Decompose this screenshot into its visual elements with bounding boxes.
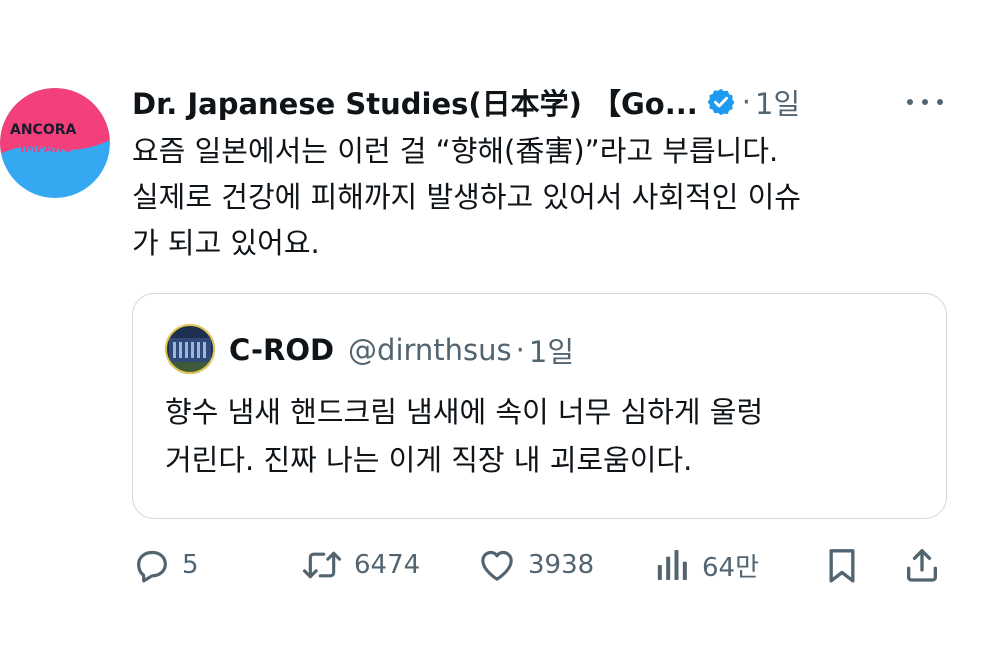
quoted-author-name[interactable]: C-ROD bbox=[229, 333, 334, 367]
quoted-timestamp[interactable]: 1일 bbox=[529, 329, 574, 371]
verified-badge-icon bbox=[706, 87, 736, 117]
retweet-count: 6474 bbox=[354, 550, 421, 580]
meta-separator: · bbox=[741, 85, 752, 119]
avatar-logo-text-2: IMPARO bbox=[20, 141, 73, 155]
author-display-name[interactable]: Dr. Japanese Studies(日本学) 【Go... bbox=[132, 81, 698, 123]
quoted-tweet-text: 향수 냄새 핸드크림 냄새에 속이 너무 심하게 울렁 거린다. 진짜 나는 이… bbox=[165, 395, 764, 477]
reply-icon bbox=[132, 545, 172, 585]
like-button[interactable]: 3938 bbox=[476, 540, 594, 590]
tweet-card[interactable]: ANCORA IMPARO Dr. Japanese Studies(日本学) … bbox=[0, 0, 985, 652]
tweet-timestamp[interactable]: 1일 bbox=[755, 81, 800, 123]
quoted-tweet-header: C-ROD @dirnthsus · 1일 bbox=[229, 330, 574, 370]
analytics-icon bbox=[652, 545, 692, 585]
share-button[interactable] bbox=[902, 540, 942, 590]
bookmark-button[interactable] bbox=[822, 540, 862, 590]
reply-button[interactable]: 5 bbox=[132, 540, 199, 590]
quoted-author-avatar[interactable] bbox=[165, 324, 215, 374]
quoted-meta-separator: · bbox=[515, 333, 525, 367]
tweet-header: Dr. Japanese Studies(日本学) 【Go... · 1일 bbox=[132, 80, 800, 124]
reply-count: 5 bbox=[182, 550, 199, 580]
heart-icon bbox=[476, 545, 518, 585]
views-count: 64만 bbox=[702, 552, 760, 583]
retweet-icon bbox=[300, 545, 344, 585]
tweet-body-text: 요즘 일본에서는 이런 걸 “향해(香害)”라고 부릅니다. 실제로 건강에 피… bbox=[132, 134, 801, 260]
author-avatar[interactable]: ANCORA IMPARO bbox=[0, 88, 110, 198]
avatar-logo-text-1: ANCORA bbox=[10, 122, 77, 138]
views-button[interactable]: 64만 bbox=[652, 540, 759, 590]
retweet-button[interactable]: 6474 bbox=[300, 540, 420, 590]
tweet-actions-bar: 5 6474 3938 64만 bbox=[132, 540, 947, 590]
bookmark-icon bbox=[822, 545, 862, 585]
quoted-author-handle[interactable]: @dirnthsus bbox=[348, 333, 512, 367]
share-icon bbox=[902, 545, 942, 585]
like-count: 3938 bbox=[528, 550, 595, 580]
quoted-tweet[interactable]: C-ROD @dirnthsus · 1일 향수 냄새 핸드크림 냄새에 속이 … bbox=[132, 293, 947, 519]
more-options-icon[interactable] bbox=[903, 88, 947, 116]
